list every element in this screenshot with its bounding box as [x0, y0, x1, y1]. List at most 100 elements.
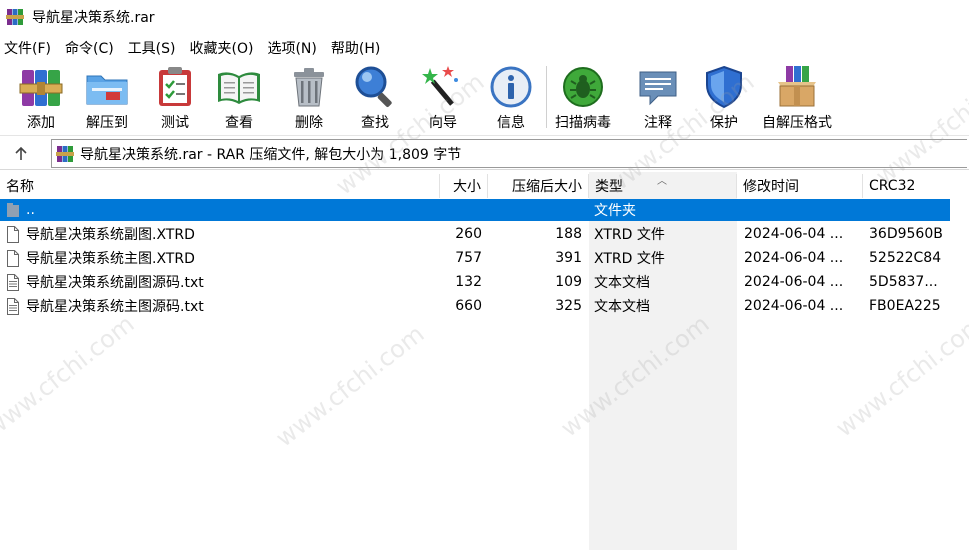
cell-size [440, 199, 482, 221]
add-button[interactable]: 添加 [18, 64, 64, 132]
winrar-icon [6, 9, 24, 25]
magnifier-icon [355, 66, 392, 107]
file-row[interactable]: .. 文件夹 [0, 199, 950, 221]
file-list: 名称 大小 压缩后大小 类型 修改时间 CRC32 ︿ .. 文件夹导航星决策系统… [0, 172, 969, 550]
cell-type: 文件夹 [594, 203, 636, 219]
virus-scan-button[interactable]: 扫描病毒 [555, 64, 611, 132]
file-row[interactable]: 导航星决策系统副图源码.txt 132 109 文本文档 2024-06-04 ... 5… [0, 271, 950, 293]
window-title: 导航星决策系统.rar [32, 10, 155, 26]
winrar-icon [56, 145, 74, 162]
toolbar: 添加 解压到 测试 查看 删除 查找 向导 信息 扫描病毒 注释 保护 自解压格… [0, 60, 969, 136]
cell-size: 260 [455, 226, 482, 242]
cell-name: 导航星决策系统副图.XTRD [6, 223, 436, 245]
wizard-button[interactable]: 向导 [420, 64, 466, 132]
cell-packed-size: 325 [555, 298, 582, 314]
sfx-box-icon [778, 66, 816, 107]
file-row[interactable]: 导航星决策系统副图.XTRD 260 188 XTRD 文件 2024-06-04 ..… [0, 223, 950, 245]
file-name: 导航星决策系统主图源码.txt [26, 299, 204, 315]
add-books-icon [19, 70, 63, 106]
cell-crc32: 36D9560B [869, 226, 943, 242]
menu-favorites[interactable]: 收藏夹(O) [190, 38, 254, 58]
column-header-name[interactable]: 名称 [0, 174, 440, 198]
file-name: 导航星决策系统副图.XTRD [26, 227, 195, 243]
cell-type: XTRD 文件 [594, 227, 665, 243]
menu-options[interactable]: 选项(N) [267, 38, 316, 58]
cell-modified: 2024-06-04 ... [744, 250, 844, 266]
cell-type: 文本文档 [594, 299, 650, 315]
protect-label: 保护 [710, 115, 738, 131]
sfx-label: 自解压格式 [762, 115, 832, 131]
file-name: .. [26, 202, 35, 218]
menu-help[interactable]: 帮助(H) [331, 38, 380, 58]
up-one-level-button[interactable] [10, 144, 32, 164]
info-icon [490, 66, 532, 108]
sort-ascending-icon: ︿ [657, 176, 667, 187]
info-button[interactable]: 信息 [488, 64, 534, 132]
cell-name: 导航星决策系统副图源码.txt [6, 271, 436, 293]
file-row[interactable]: 导航星决策系统主图源码.txt 660 325 文本文档 2024-06-04 ... F… [0, 295, 950, 317]
watermark: www.cfchi.com [830, 309, 969, 443]
toolbar-separator [546, 66, 547, 128]
cell-modified: 2024-06-04 ... [744, 226, 844, 242]
list-header: 名称 大小 压缩后大小 类型 修改时间 CRC32 ︿ [0, 174, 969, 198]
wizard-label: 向导 [429, 115, 457, 131]
text-file-icon [7, 273, 19, 291]
info-label: 信息 [497, 115, 525, 131]
column-header-crc[interactable]: CRC32 [863, 174, 969, 198]
address-text: 导航星决策系统.rar - RAR 压缩文件, 解包大小为 1,809 字节 [80, 146, 462, 163]
test-label: 测试 [161, 115, 189, 131]
sfx-button[interactable]: 自解压格式 [762, 64, 832, 132]
cell-modified [744, 199, 860, 221]
file-icon [7, 249, 19, 267]
view-button[interactable]: 查看 [216, 64, 262, 132]
cell-modified: 2024-06-04 ... [744, 274, 844, 290]
cell-packed-size [488, 199, 582, 221]
watermark: www.cfchi.com [0, 309, 140, 443]
extract-to-button[interactable]: 解压到 [84, 64, 130, 132]
shield-icon [706, 65, 742, 109]
cell-modified: 2024-06-04 ... [744, 298, 844, 314]
cell-crc32: 52522C84 [869, 250, 942, 266]
cell-crc32 [869, 199, 949, 221]
watermark: www.cfchi.com [270, 319, 430, 453]
address-field[interactable]: 导航星决策系统.rar - RAR 压缩文件, 解包大小为 1,809 字节 [51, 139, 967, 168]
virus-scan-icon [563, 67, 603, 107]
view-label: 查看 [225, 115, 253, 131]
cell-type: 文本文档 [594, 275, 650, 291]
menu-commands[interactable]: 命令(C) [65, 38, 114, 58]
column-header-modified[interactable]: 修改时间 [737, 174, 863, 198]
menu-bar: 文件(F) 命令(C) 工具(S) 收藏夹(O) 选项(N) 帮助(H) [0, 36, 969, 60]
cell-size: 757 [455, 250, 482, 266]
file-row[interactable]: 导航星决策系统主图.XTRD 757 391 XTRD 文件 2024-06-04 ..… [0, 247, 950, 269]
cell-packed-size: 109 [555, 274, 582, 290]
arrow-up-icon [15, 146, 27, 160]
trash-icon [294, 68, 324, 107]
view-book-icon [218, 72, 260, 104]
delete-button[interactable]: 删除 [286, 64, 332, 132]
text-file-icon [7, 297, 19, 315]
test-button[interactable]: 测试 [152, 64, 198, 132]
add-label: 添加 [27, 115, 55, 131]
column-header-size[interactable]: 大小 [440, 174, 488, 198]
cell-crc32: FB0EA225 [869, 298, 941, 314]
cell-name: 导航星决策系统主图源码.txt [6, 295, 436, 317]
extract-folder-icon [86, 75, 128, 105]
protect-button[interactable]: 保护 [701, 64, 747, 132]
cell-type: XTRD 文件 [594, 251, 665, 267]
column-header-packed[interactable]: 压缩后大小 [488, 174, 589, 198]
cell-crc32: 5D5837... [869, 274, 938, 290]
comment-label: 注释 [644, 115, 672, 131]
menu-file[interactable]: 文件(F) [4, 38, 51, 58]
find-button[interactable]: 查找 [352, 64, 398, 132]
comment-icon [639, 71, 677, 106]
address-bar: 导航星决策系统.rar - RAR 压缩文件, 解包大小为 1,809 字节 [0, 138, 969, 170]
cell-size: 660 [455, 298, 482, 314]
comment-button[interactable]: 注释 [635, 64, 681, 132]
test-clipboard-icon [159, 67, 191, 106]
cell-size: 132 [455, 274, 482, 290]
file-name: 导航星决策系统主图.XTRD [26, 251, 195, 267]
cell-name: .. [6, 199, 436, 221]
menu-tools[interactable]: 工具(S) [128, 38, 176, 58]
delete-label: 删除 [295, 115, 323, 131]
find-label: 查找 [361, 115, 389, 131]
